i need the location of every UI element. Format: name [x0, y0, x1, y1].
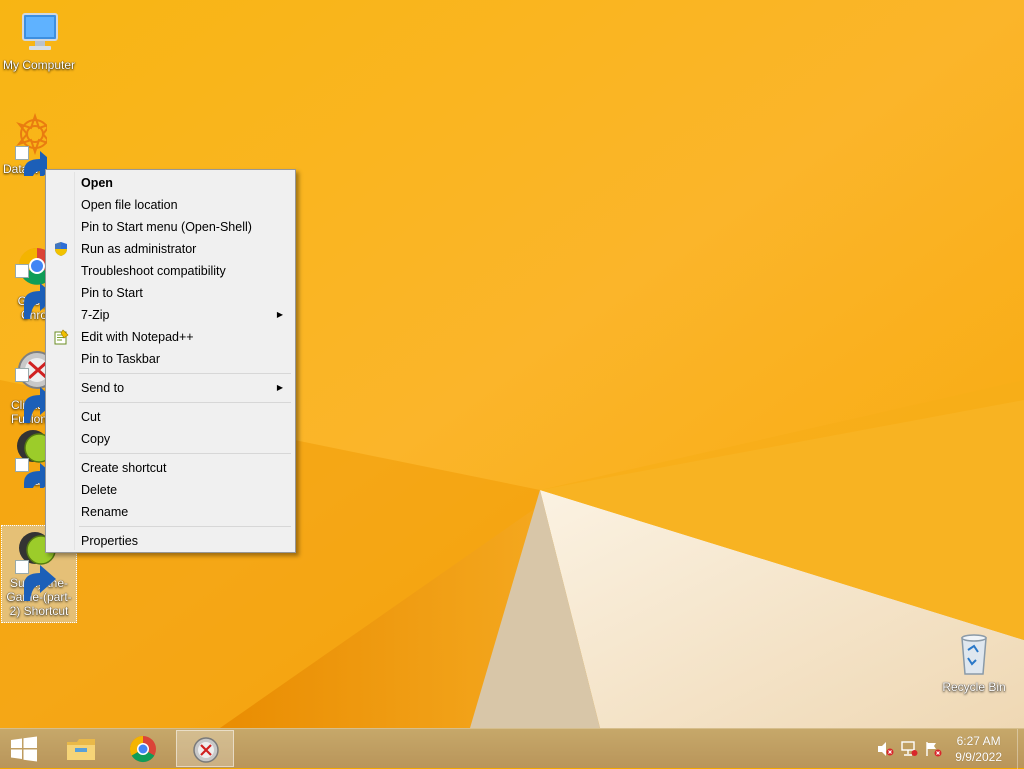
shortcut-arrow-icon: [15, 368, 47, 423]
recycle-bin-icon: [950, 630, 998, 678]
clickteam-fusion-icon: [13, 334, 47, 423]
menu-item-label: Properties: [81, 534, 138, 548]
chrome-icon: [129, 735, 156, 763]
system-tray: 6:27 AM 9/9/2022: [864, 729, 1024, 769]
desktop-icon-label: My Computer: [2, 58, 76, 72]
menu-item-label: Send to: [81, 381, 125, 395]
menu-item-label: Delete: [81, 483, 118, 497]
menu-separator: [79, 373, 291, 374]
menu-item-label: Rename: [81, 505, 129, 519]
sunky-game-icon: [13, 424, 47, 488]
notepad-plus-plus-icon: [53, 329, 69, 345]
menu-item-open[interactable]: Open: [48, 172, 293, 194]
menu-item-7-zip[interactable]: 7-Zip ▶: [48, 304, 293, 326]
shortcut-arrow-icon: [15, 560, 56, 601]
menu-item-label: Troubleshoot compatibility: [81, 264, 226, 278]
menu-item-label: Pin to Start menu (Open-Shell): [81, 220, 252, 234]
desktop-icon-datawarrior[interactable]: DataWa: [1, 112, 47, 176]
menu-item-properties[interactable]: Properties: [48, 530, 293, 552]
clock-time: 6:27 AM: [956, 734, 1001, 748]
menu-item-pin-to-start-menu-open-shell[interactable]: Pin to Start menu (Open-Shell): [48, 216, 293, 238]
menu-item-send-to[interactable]: Send to ▶: [48, 377, 293, 399]
start-button[interactable]: [8, 736, 40, 762]
menu-item-delete[interactable]: Delete: [48, 479, 293, 501]
desktop-icon-google-chrome[interactable]: Goog Chro: [1, 216, 47, 336]
shortcut-arrow-icon: [15, 146, 47, 176]
menu-item-rename[interactable]: Rename: [48, 501, 293, 523]
show-desktop-button[interactable]: [1017, 729, 1024, 769]
file-explorer-icon: [67, 739, 95, 760]
taskbar-file-explorer[interactable]: [52, 730, 110, 767]
desktop-icon-sunky[interactable]: Sun: [1, 424, 47, 488]
volume-muted-icon[interactable]: [876, 741, 894, 757]
my-computer-icon: [15, 8, 63, 56]
menu-item-label: Copy: [81, 432, 111, 446]
desktop-icon-my-computer[interactable]: My Computer: [1, 8, 77, 72]
menu-item-label: Open: [81, 176, 113, 190]
menu-item-edit-with-notepad-plus-plus[interactable]: Edit with Notepad++: [48, 326, 293, 348]
menu-item-label: Edit with Notepad++: [81, 330, 194, 344]
chrome-icon: [13, 230, 47, 319]
desktop-icon-clickteam-fusion[interactable]: Clickte Fusion: [1, 320, 47, 440]
menu-item-label: Create shortcut: [81, 461, 167, 475]
menu-item-open-file-location[interactable]: Open file location: [48, 194, 293, 216]
menu-item-copy[interactable]: Copy: [48, 428, 293, 450]
menu-item-label: 7-Zip: [81, 308, 110, 322]
taskbar-clickteam-fusion[interactable]: [176, 730, 234, 767]
taskbar-clock[interactable]: 6:27 AM 9/9/2022: [955, 733, 1002, 765]
taskbar: 6:27 AM 9/9/2022: [0, 728, 1024, 769]
datawarrior-icon: [11, 112, 47, 176]
desktop-icon-label: Recycle Bin: [942, 680, 1006, 694]
menu-item-label: Cut: [81, 410, 101, 424]
windows-logo-icon: [11, 736, 37, 762]
submenu-arrow-icon: ▶: [276, 310, 283, 319]
menu-item-label: Pin to Taskbar: [81, 352, 160, 366]
network-icon[interactable]: [900, 741, 918, 757]
clickteam-fusion-icon: [193, 737, 219, 763]
shortcut-arrow-icon: [15, 458, 47, 488]
menu-item-pin-to-start[interactable]: Pin to Start: [48, 282, 293, 304]
taskbar-google-chrome[interactable]: [114, 730, 172, 767]
menu-separator: [79, 526, 291, 527]
desktop-icon-recycle-bin[interactable]: Recycle Bin: [936, 630, 1012, 694]
menu-item-pin-to-taskbar[interactable]: Pin to Taskbar: [48, 348, 293, 370]
shortcut-arrow-icon: [15, 264, 47, 319]
menu-item-label: Pin to Start: [81, 286, 143, 300]
menu-separator: [79, 402, 291, 403]
menu-item-label: Open file location: [81, 198, 178, 212]
clock-date: 9/9/2022: [955, 750, 1002, 764]
menu-item-label: Run as administrator: [81, 242, 197, 256]
menu-item-troubleshoot-compatibility[interactable]: Troubleshoot compatibility: [48, 260, 293, 282]
menu-item-run-as-administrator[interactable]: Run as administrator: [48, 238, 293, 260]
context-menu: Open Open file location Pin to Start men…: [45, 169, 296, 553]
menu-item-cut[interactable]: Cut: [48, 406, 293, 428]
menu-separator: [79, 453, 291, 454]
uac-shield-icon: [53, 241, 69, 257]
action-center-icon[interactable]: [924, 741, 942, 757]
submenu-arrow-icon: ▶: [276, 383, 283, 392]
menu-item-create-shortcut[interactable]: Create shortcut: [48, 457, 293, 479]
